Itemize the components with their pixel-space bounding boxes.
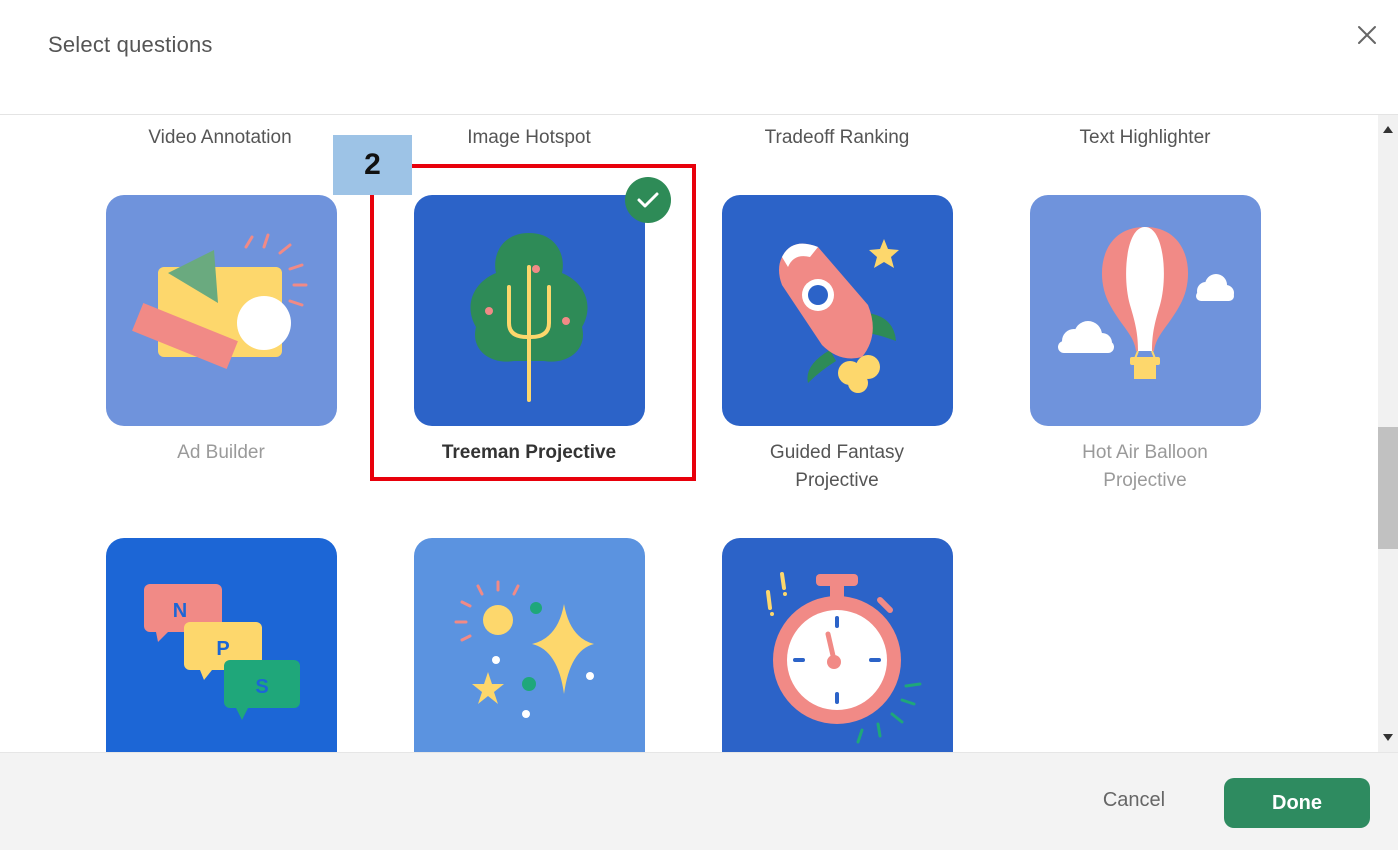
close-icon[interactable] [1352,20,1382,50]
annotation-step-badge: 2 [333,135,412,195]
stopwatch-icon [766,572,922,744]
question-type-grid: Video Annotation Image Hotspot Tradeoff … [0,115,1378,752]
dialog-title: Select questions [48,32,213,57]
scroll-down-arrow-icon[interactable] [1378,730,1398,744]
tile-ad-builder[interactable] [106,195,337,426]
tile-hot-air-balloon-projective[interactable] [1030,195,1261,426]
question-label-video-annotation[interactable]: Video Annotation [70,127,370,149]
tile-label-guided-fantasy-projective: Guided Fantasy Projective [769,442,905,491]
sparkles-icon [454,580,594,718]
dialog-header: Select questions [0,0,1398,115]
done-button[interactable]: Done [1224,778,1370,828]
scrollbar-thumb[interactable] [1378,427,1398,549]
rocket-icon [779,239,899,393]
tile-guided-fantasy-projective[interactable] [722,195,953,426]
dialog-footer: Cancel Done [0,752,1398,850]
hot-air-balloon-icon [1058,227,1234,379]
nps-letter-n: N [173,600,187,622]
vertical-scrollbar[interactable] [1378,115,1398,752]
tile-label-ad-builder: Ad Builder [177,442,265,463]
tile-label-hot-air-balloon-projective: Hot Air Balloon Projective [1082,442,1208,491]
nps-speech-bubbles-icon: N P S [144,584,300,720]
annotation-highlight-box [370,164,696,481]
tile-nps[interactable]: N P S [106,538,337,752]
scroll-up-arrow-icon[interactable] [1378,123,1398,137]
tile-sparkles[interactable] [414,538,645,752]
question-label-image-hotspot[interactable]: Image Hotspot [379,127,679,149]
cancel-button[interactable]: Cancel [1086,789,1182,819]
nps-letter-s: S [255,676,268,698]
question-label-text-highlighter[interactable]: Text Highlighter [995,127,1295,149]
nps-letter-p: P [216,638,229,660]
question-label-tradeoff-ranking[interactable]: Tradeoff Ranking [687,127,987,149]
ad-builder-icon [132,233,308,370]
tile-stopwatch[interactable] [722,538,953,752]
